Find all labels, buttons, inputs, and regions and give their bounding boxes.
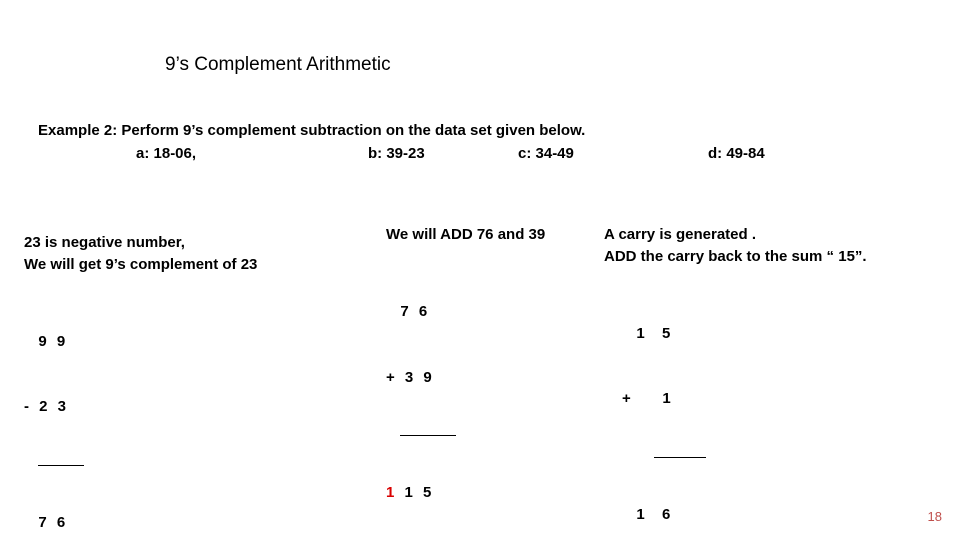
right-arith: 1 5 + 1 1 6: [622, 280, 944, 540]
carry-digit: 1: [386, 484, 397, 501]
case-b: b: 39-23: [368, 143, 518, 166]
right-note-2: ADD the carry back to the sum “ 15”.: [604, 246, 944, 268]
mid-note: We will ADD 76 and 39: [386, 224, 586, 246]
left-arith-line1: 9 9: [24, 331, 344, 353]
left-note-2: We will get 9’s complement of 23: [24, 254, 344, 276]
left-arith: 9 9 - 2 3 7 6: [24, 288, 344, 540]
mid-arith-line1: 7 6: [386, 301, 586, 323]
left-column: 23 is negative number, We will get 9’s c…: [24, 232, 344, 540]
middle-column: We will ADD 76 and 39 7 6 + 3 9 1 1 5: [386, 224, 586, 540]
right-column: A carry is generated . ADD the carry bac…: [604, 224, 944, 540]
prompt-text: Example 2: Perform 9’s complement subtra…: [38, 120, 765, 143]
example-prompt: Example 2: Perform 9’s complement subtra…: [38, 120, 765, 165]
case-d: d: 49-84: [708, 143, 765, 166]
case-a: a: 18-06,: [38, 143, 368, 166]
left-arith-line2: - 2 3: [24, 396, 344, 418]
case-c: c: 34-49: [518, 143, 708, 166]
mid-arith: 7 6 + 3 9 1 1 5: [386, 258, 586, 540]
right-arith-line2: + 1: [622, 388, 944, 410]
slide-title: 9’s Complement Arithmetic: [165, 54, 391, 76]
mid-rule: [400, 435, 456, 436]
right-rule: [654, 457, 706, 458]
left-arith-result: 7 6: [24, 512, 344, 534]
mid-arith-result: 1 1 5: [386, 482, 586, 504]
right-arith-line1: 1 5: [622, 323, 944, 345]
mid-arith-line2: + 3 9: [386, 367, 586, 389]
page-number: 18: [928, 509, 942, 524]
left-rule: [38, 465, 84, 466]
cases-row: a: 18-06, b: 39-23 c: 34-49 d: 49-84: [38, 143, 765, 166]
right-arith-result: 1 6: [622, 504, 944, 526]
left-note-1: 23 is negative number,: [24, 232, 344, 254]
mid-sum-rest: 1 5: [397, 484, 434, 501]
right-note-1: A carry is generated .: [604, 224, 944, 246]
